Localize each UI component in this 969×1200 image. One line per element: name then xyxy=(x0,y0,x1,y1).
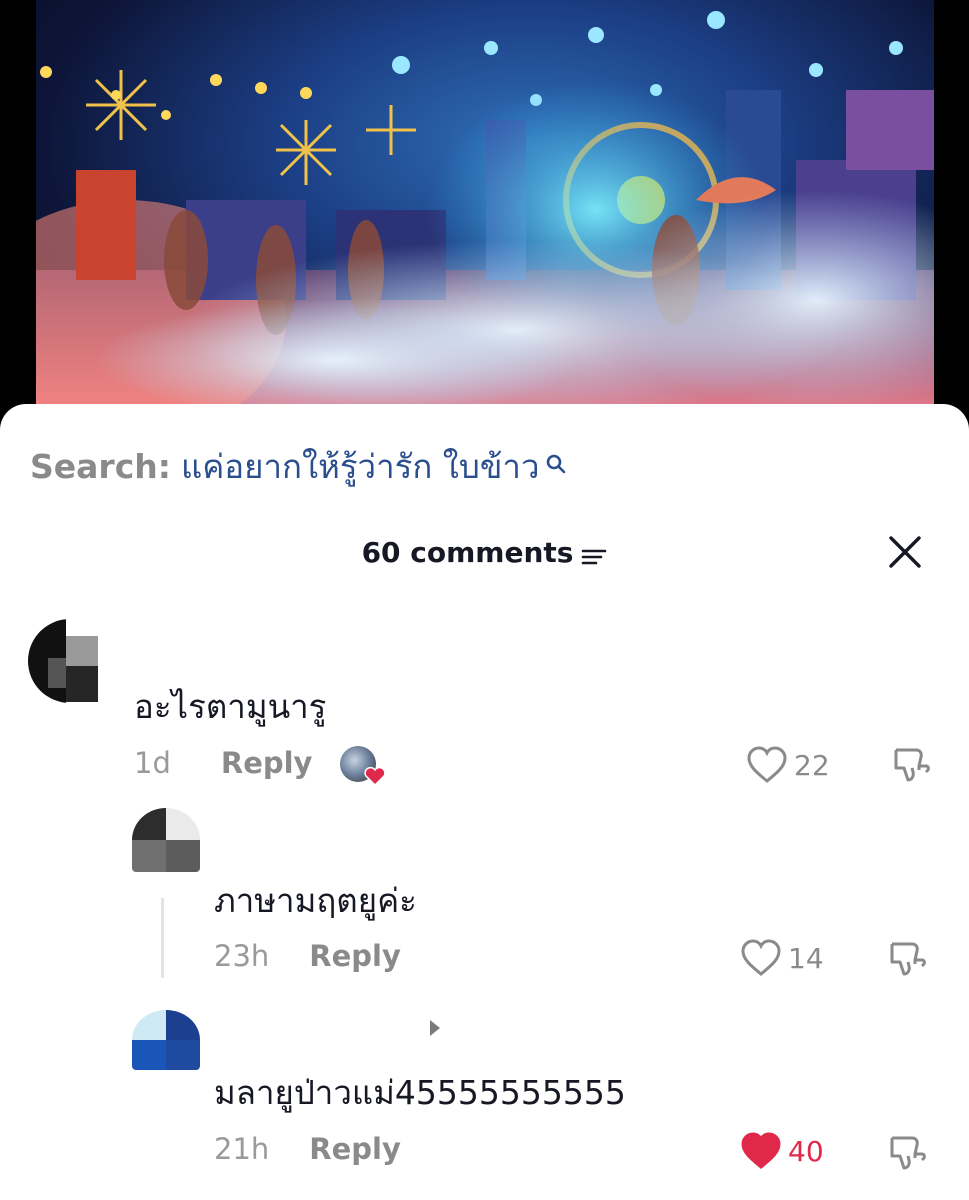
comments-sheet: Search: แค่อยากให้รู้ว่ารัก ใบข้าว 60 co… xyxy=(0,404,969,1200)
avatar[interactable] xyxy=(132,808,200,872)
reply-button[interactable]: Reply xyxy=(309,939,401,973)
video-frame[interactable] xyxy=(36,0,934,410)
like-count: 14 xyxy=(788,941,824,975)
search-prefix: Search: xyxy=(30,447,171,486)
like-button[interactable]: 22 xyxy=(746,746,830,784)
comment-meta: 1d Reply xyxy=(134,746,312,780)
creator-heart-icon xyxy=(364,766,386,786)
heart-icon[interactable] xyxy=(746,746,788,784)
comment-meta: 23h Reply xyxy=(214,939,401,973)
comment-meta: 21h Reply xyxy=(214,1132,401,1166)
comment-text: มลายูป่าวแม่45555555555 xyxy=(214,1073,626,1112)
comments-header: 60 comments xyxy=(0,536,969,576)
like-count: 40 xyxy=(788,1134,824,1168)
stage-scene-image xyxy=(36,11,934,410)
dislike-icon[interactable] xyxy=(884,936,928,980)
comments-count-wrapper: 60 comments xyxy=(0,536,969,569)
dislike-icon[interactable] xyxy=(884,1130,928,1174)
close-icon[interactable] xyxy=(885,532,925,572)
reply-button[interactable]: Reply xyxy=(221,746,313,780)
close-button[interactable] xyxy=(885,532,925,572)
search-query-link[interactable]: แค่อยากให้รู้ว่ารัก ใบข้าว xyxy=(181,440,540,493)
video-player[interactable] xyxy=(0,0,969,430)
comment-text: ภาษามฤตยูค่ะ xyxy=(214,881,417,920)
avatar[interactable] xyxy=(28,618,100,704)
reply-button[interactable]: Reply xyxy=(309,1132,401,1166)
search-icon[interactable] xyxy=(544,445,568,473)
heart-icon[interactable] xyxy=(740,939,782,977)
filter-icon[interactable] xyxy=(581,542,607,564)
like-count: 22 xyxy=(794,748,830,782)
comments-count: 60 comments xyxy=(361,536,574,569)
avatar[interactable] xyxy=(132,1010,200,1070)
comment-time: 21h xyxy=(214,1132,270,1166)
like-button[interactable]: 14 xyxy=(740,939,824,977)
reply-arrow-icon xyxy=(430,1020,440,1036)
comment-time: 1d xyxy=(134,746,171,780)
search-suggestion[interactable]: Search: แค่อยากให้รู้ว่ารัก ใบข้าว xyxy=(30,440,568,493)
like-button[interactable]: 40 xyxy=(740,1132,824,1170)
thread-line xyxy=(161,898,164,978)
comment-time: 23h xyxy=(214,939,270,973)
dislike-icon[interactable] xyxy=(888,742,932,786)
heart-icon[interactable] xyxy=(740,1132,782,1170)
comment-text: อะไรตามูนารู xyxy=(134,687,327,726)
